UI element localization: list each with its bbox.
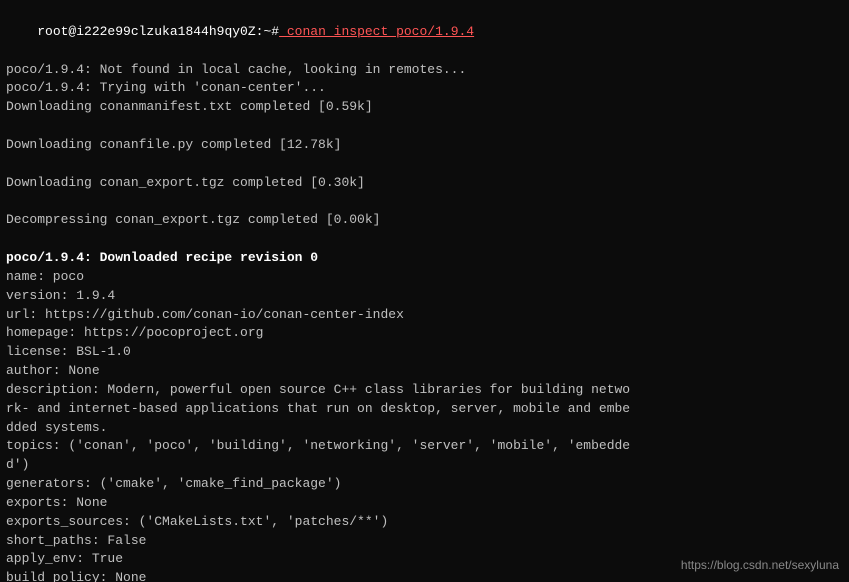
output-line-14: url: https://github.com/conan-io/conan-c… [6, 306, 843, 325]
blank-4 [6, 230, 843, 249]
watermark: https://blog.csdn.net/sexyluna [681, 558, 839, 572]
output-line-21: topics: ('conan', 'poco', 'building', 'n… [6, 437, 843, 456]
output-line-13: version: 1.9.4 [6, 287, 843, 306]
output-line-19: rk- and internet-based applications that… [6, 400, 843, 419]
output-line-9: Decompressing conan_export.tgz completed… [6, 211, 843, 230]
prompt-command: conan inspect poco/1.9.4 [279, 24, 474, 39]
output-line-24: exports: None [6, 494, 843, 513]
prompt-line: root@i222e99clzuka1844h9qy0Z:~# conan in… [6, 4, 843, 61]
output-line-23: generators: ('cmake', 'cmake_find_packag… [6, 475, 843, 494]
output-line-17: author: None [6, 362, 843, 381]
output-line-16: license: BSL-1.0 [6, 343, 843, 362]
output-line-12: name: poco [6, 268, 843, 287]
output-line-25: exports_sources: ('CMakeLists.txt', 'pat… [6, 513, 843, 532]
terminal-window: root@i222e99clzuka1844h9qy0Z:~# conan in… [0, 0, 849, 582]
output-line-7: Downloading conan_export.tgz completed [… [6, 174, 843, 193]
blank-1 [6, 117, 843, 136]
output-line-26: short_paths: False [6, 532, 843, 551]
prompt-user: root@i222e99clzuka1844h9qy0Z:~# [37, 24, 279, 39]
output-line-1: poco/1.9.4: Not found in local cache, lo… [6, 61, 843, 80]
output-line-18: description: Modern, powerful open sourc… [6, 381, 843, 400]
output-line-3: Downloading conanmanifest.txt completed … [6, 98, 843, 117]
output-line-22: d') [6, 456, 843, 475]
blank-2 [6, 155, 843, 174]
output-line-15: homepage: https://pocoproject.org [6, 324, 843, 343]
blank-3 [6, 192, 843, 211]
output-line-11: poco/1.9.4: Downloaded recipe revision 0 [6, 249, 843, 268]
output-line-5: Downloading conanfile.py completed [12.7… [6, 136, 843, 155]
output-line-2: poco/1.9.4: Trying with 'conan-center'..… [6, 79, 843, 98]
output-line-20: dded systems. [6, 419, 843, 438]
